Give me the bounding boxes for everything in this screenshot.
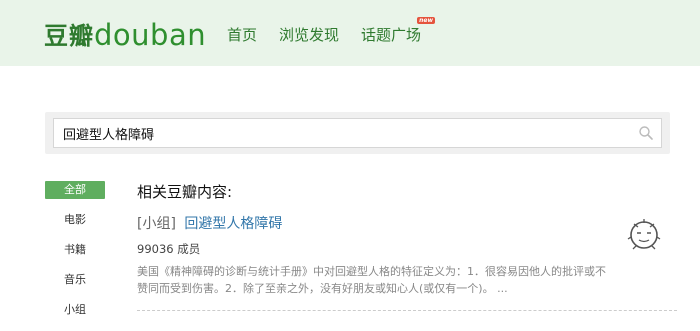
search-icon[interactable] bbox=[638, 125, 654, 141]
nav-item-topics[interactable]: 话题广场 new bbox=[361, 17, 436, 45]
sidebar-item-movie[interactable]: 电影 bbox=[45, 211, 105, 229]
group-avatar-icon[interactable] bbox=[620, 211, 668, 259]
results-section: 相关豆瓣内容: [小组] 回避型人格障碍 99036 成员 美国《精神障碍的诊断… bbox=[137, 181, 677, 311]
logo-en-text: douban bbox=[94, 18, 207, 52]
search-bar bbox=[45, 112, 670, 154]
main-nav: 首页 浏览发现 话题广场 new bbox=[227, 17, 443, 45]
category-sidebar: 全部 电影 书籍 音乐 小组 bbox=[45, 181, 105, 331]
top-header: 豆瓣 douban 首页 浏览发现 话题广场 new bbox=[0, 0, 700, 66]
nav-item-explore[interactable]: 浏览发现 bbox=[279, 24, 339, 45]
new-badge: new bbox=[417, 17, 436, 24]
sidebar-item-group[interactable]: 小组 bbox=[45, 301, 105, 319]
sidebar-item-book[interactable]: 书籍 bbox=[45, 241, 105, 259]
result-divider bbox=[137, 310, 677, 311]
search-input[interactable] bbox=[53, 118, 662, 148]
logo-cn-text: 豆瓣 bbox=[44, 22, 94, 50]
result-type: [小组] bbox=[137, 216, 176, 232]
result-title-link[interactable]: 回避型人格障碍 bbox=[184, 216, 282, 232]
nav-item-home[interactable]: 首页 bbox=[227, 24, 257, 45]
sidebar-item-music[interactable]: 音乐 bbox=[45, 271, 105, 289]
result-description: 美国《精神障碍的诊断与统计手册》中对回避型人格的特征定义为：1．很容易因他人的批… bbox=[137, 265, 606, 295]
nav-item-topics-label: 话题广场 bbox=[361, 26, 422, 44]
sidebar-item-all[interactable]: 全部 bbox=[45, 181, 105, 199]
result-title[interactable]: [小组] 回避型人格障碍 bbox=[137, 213, 282, 233]
result-member-count: 99036 成员 bbox=[137, 242, 201, 256]
results-heading: 相关豆瓣内容: bbox=[137, 183, 233, 201]
